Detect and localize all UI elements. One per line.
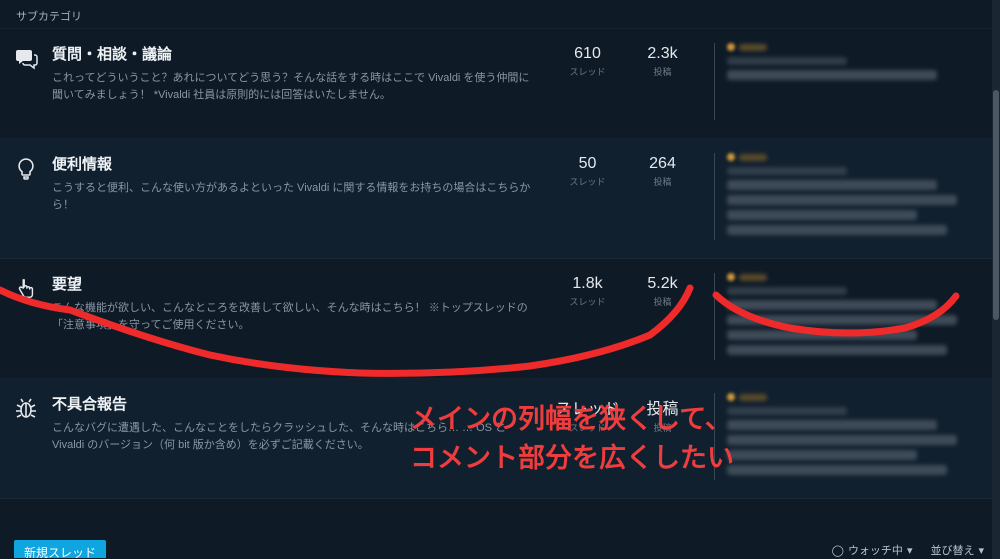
posts-label: 投稿 xyxy=(625,421,700,434)
posts-value: 投稿 xyxy=(625,395,700,419)
vertical-divider xyxy=(714,43,715,120)
posts-label: 投稿 xyxy=(625,65,700,78)
threads-label: スレッド xyxy=(550,175,625,188)
watching-toggle[interactable]: ◯ ウォッチ中 ▾ xyxy=(832,542,913,558)
pointer-icon xyxy=(10,277,42,301)
blurred-meta xyxy=(739,274,767,281)
category-title: 便利情報 xyxy=(52,153,540,174)
category-description: こんな機能が欲しい、こんなところを改善して欲しい、そんな時はこちら！ ※トップス… xyxy=(52,300,540,334)
latest-post-preview[interactable] xyxy=(727,153,988,240)
category-row[interactable]: 質問・相談・議論これってどういうこと？あれについてどう思う？そんな話をする時はこ… xyxy=(0,29,1000,139)
category-title: 質問・相談・議論 xyxy=(52,43,540,64)
category-main[interactable]: 質問・相談・議論これってどういうこと？あれについてどう思う？そんな話をする時はこ… xyxy=(42,43,550,104)
blurred-text xyxy=(727,225,947,235)
blurred-text xyxy=(727,210,917,220)
posts-value: 264 xyxy=(625,155,700,173)
eye-icon: ◯ xyxy=(832,544,844,557)
category-row[interactable]: 便利情報こうすると便利、こんな使い方があるよといった Vivaldi に関する情… xyxy=(0,139,1000,259)
bottom-bar: 新規スレッド ◯ ウォッチ中 ▾ 並び替え ▾ xyxy=(0,539,1000,559)
latest-post-preview[interactable] xyxy=(727,273,988,360)
blurred-meta xyxy=(727,287,847,295)
latest-post-preview[interactable] xyxy=(727,43,988,85)
watching-label: ウォッチ中 xyxy=(848,542,903,558)
sort-label: 並び替え xyxy=(930,542,974,558)
category-stats: スレッドスレッド投稿投稿 xyxy=(550,393,700,434)
posts-label: 投稿 xyxy=(625,295,700,308)
latest-post-preview[interactable] xyxy=(727,393,988,480)
avatar-icon xyxy=(727,43,735,51)
chevron-down-icon: ▾ xyxy=(907,544,913,557)
chevron-down-icon: ▾ xyxy=(978,544,984,557)
avatar-icon xyxy=(727,273,735,281)
bulb-icon xyxy=(10,157,42,181)
threads-value: 610 xyxy=(550,45,625,63)
blurred-text xyxy=(727,315,957,325)
avatar-icon xyxy=(727,153,735,161)
sort-toggle[interactable]: 並び替え ▾ xyxy=(930,542,984,558)
threads-label: スレッド xyxy=(550,295,625,308)
vertical-divider xyxy=(714,153,715,240)
threads-value: 1.8k xyxy=(550,275,625,293)
blurred-text xyxy=(727,70,937,80)
blurred-text xyxy=(727,420,937,430)
category-title: 不具合報告 xyxy=(52,393,540,414)
category-row[interactable]: 要望こんな機能が欲しい、こんなところを改善して欲しい、そんな時はこちら！ ※トッ… xyxy=(0,259,1000,379)
posts-value: 2.3k xyxy=(625,45,700,63)
blurred-text xyxy=(727,435,957,445)
blurred-text xyxy=(727,195,957,205)
blurred-text xyxy=(727,300,937,310)
scrollbar-thumb[interactable] xyxy=(993,90,999,320)
threads-value: スレッド xyxy=(550,395,625,419)
vertical-divider xyxy=(714,393,715,480)
category-main[interactable]: 要望こんな機能が欲しい、こんなところを改善して欲しい、そんな時はこちら！ ※トッ… xyxy=(42,273,550,334)
threads-label: スレッド xyxy=(550,65,625,78)
subcategory-header: サブカテゴリ xyxy=(0,0,1000,28)
posts-value: 5.2k xyxy=(625,275,700,293)
new-thread-button[interactable]: 新規スレッド xyxy=(14,540,106,558)
chat-icon xyxy=(10,47,42,71)
category-description: これってどういうこと？あれについてどう思う？そんな話をする時はここで Vival… xyxy=(52,70,540,104)
blurred-text xyxy=(727,345,947,355)
blurred-meta xyxy=(739,44,767,51)
blurred-meta xyxy=(727,167,847,175)
avatar-icon xyxy=(727,393,735,401)
blurred-meta xyxy=(739,394,767,401)
posts-label: 投稿 xyxy=(625,175,700,188)
category-main[interactable]: 不具合報告こんなバグに遭遇した、こんなことをしたらクラッシュした、そんな時はこち… xyxy=(42,393,550,454)
blurred-meta xyxy=(727,57,847,65)
category-main[interactable]: 便利情報こうすると便利、こんな使い方があるよといった Vivaldi に関する情… xyxy=(42,153,550,214)
blurred-text xyxy=(727,450,917,460)
blurred-meta xyxy=(739,154,767,161)
blurred-meta xyxy=(727,407,847,415)
blurred-text xyxy=(727,465,947,475)
category-row[interactable]: 不具合報告こんなバグに遭遇した、こんなことをしたらクラッシュした、そんな時はこち… xyxy=(0,379,1000,499)
category-stats: 1.8k スレッド5.2k 投稿 xyxy=(550,273,700,308)
category-description: こんなバグに遭遇した、こんなことをしたらクラッシュした、そんな時はこちら… … … xyxy=(52,420,540,454)
category-list: 質問・相談・議論これってどういうこと？あれについてどう思う？そんな話をする時はこ… xyxy=(0,28,1000,499)
blurred-text xyxy=(727,330,917,340)
category-description: こうすると便利、こんな使い方があるよといった Vivaldi に関する情報をお持… xyxy=(52,180,540,214)
bug-icon xyxy=(10,397,42,421)
vertical-divider xyxy=(714,273,715,360)
blurred-text xyxy=(727,180,937,190)
category-stats: 610 スレッド2.3k 投稿 xyxy=(550,43,700,78)
category-stats: 50 スレッド264 投稿 xyxy=(550,153,700,188)
category-title: 要望 xyxy=(52,273,540,294)
threads-value: 50 xyxy=(550,155,625,173)
threads-label: スレッド xyxy=(550,421,625,434)
